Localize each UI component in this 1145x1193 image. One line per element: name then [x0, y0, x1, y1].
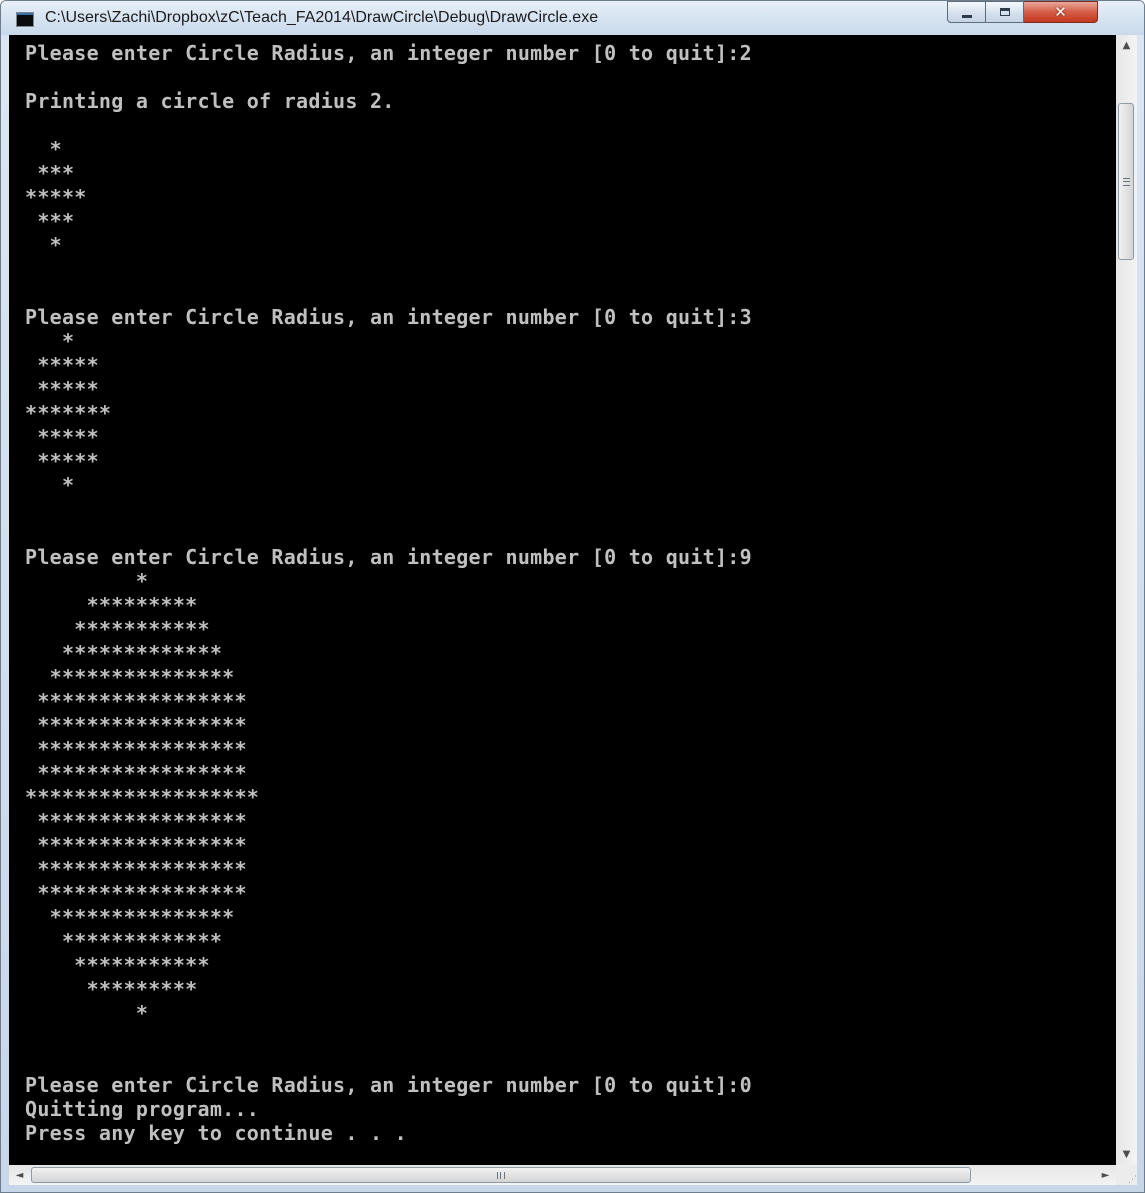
arrow-right-icon: ► — [1101, 1169, 1110, 1181]
console-window: C:\Users\Zachi\Dropbox\zC\Teach_FA2014\D… — [0, 0, 1145, 1193]
close-icon: ✕ — [1054, 3, 1067, 21]
console-line: * — [25, 329, 75, 353]
resize-grip-icon[interactable]: ⋰ — [1116, 1165, 1137, 1185]
minimize-button[interactable] — [947, 1, 986, 23]
console-line: * — [25, 1001, 149, 1025]
console-line: ***** — [25, 353, 99, 377]
console-line: ***************** — [25, 761, 247, 785]
console-line: Please enter Circle Radius, an integer n… — [25, 305, 752, 329]
console-line: Please enter Circle Radius, an integer n… — [25, 41, 752, 65]
console-line: *** — [25, 161, 75, 185]
console-line: Printing a circle of radius 2. — [25, 89, 395, 113]
console-line: ******************* — [25, 785, 260, 809]
console-app-icon[interactable] — [16, 12, 34, 27]
console-line: Quitting program... — [25, 1097, 260, 1121]
console-line: ********* — [25, 977, 198, 1001]
console-line: *********** — [25, 953, 210, 977]
title-bar[interactable]: C:\Users\Zachi\Dropbox\zC\Teach_FA2014\D… — [1, 1, 1144, 35]
scroll-up-button[interactable]: ▲ — [1116, 35, 1137, 56]
console-line: ***************** — [25, 713, 247, 737]
window-title: C:\Users\Zachi\Dropbox\zC\Teach_FA2014\D… — [45, 9, 599, 26]
minimize-icon — [961, 14, 972, 18]
console-line: ***** — [25, 185, 87, 209]
vertical-scrollbar[interactable]: ▲ ▼ — [1116, 35, 1137, 1165]
console-line: * — [25, 137, 62, 161]
console-line: * — [25, 569, 149, 593]
horizontal-scroll-thumb[interactable] — [31, 1167, 971, 1183]
console-line: ***************** — [25, 857, 247, 881]
vertical-scroll-thumb[interactable] — [1118, 103, 1134, 260]
console-client-area: Please enter Circle Radius, an integer n… — [9, 35, 1137, 1185]
arrow-up-icon: ▲ — [1122, 40, 1131, 51]
arrow-left-icon: ◄ — [15, 1169, 24, 1181]
console-line: *************** — [25, 905, 235, 929]
console-line: ************* — [25, 929, 223, 953]
console-line: * — [25, 473, 75, 497]
console-line: Please enter Circle Radius, an integer n… — [25, 1073, 752, 1097]
close-button[interactable]: ✕ — [1024, 1, 1098, 23]
scroll-left-button[interactable]: ◄ — [9, 1165, 30, 1185]
grip-icon — [497, 1171, 505, 1179]
console-line: ******* — [25, 401, 112, 425]
console-line: ***************** — [25, 881, 247, 905]
scroll-down-button[interactable]: ▼ — [1116, 1144, 1137, 1165]
console-line: Press any key to continue . . . — [25, 1121, 407, 1145]
console-line: *************** — [25, 665, 235, 689]
console-line: ***** — [25, 449, 99, 473]
console-output[interactable]: Please enter Circle Radius, an integer n… — [9, 35, 1116, 1165]
console-line: Please enter Circle Radius, an integer n… — [25, 545, 752, 569]
maximize-icon — [999, 8, 1010, 16]
horizontal-scrollbar[interactable]: ◄ ► — [9, 1165, 1116, 1185]
console-line: ***************** — [25, 737, 247, 761]
console-line: ***** — [25, 377, 99, 401]
console-line: * — [25, 233, 62, 257]
scroll-right-button[interactable]: ► — [1095, 1165, 1116, 1185]
console-line: ************* — [25, 641, 223, 665]
console-line: ***** — [25, 425, 99, 449]
grip-icon — [1122, 177, 1130, 186]
arrow-down-icon: ▼ — [1122, 1149, 1131, 1160]
console-line: ***************** — [25, 809, 247, 833]
console-line: ***************** — [25, 833, 247, 857]
maximize-button[interactable] — [986, 1, 1024, 23]
console-line: *********** — [25, 617, 210, 641]
console-line: *** — [25, 209, 75, 233]
console-line: ********* — [25, 593, 198, 617]
console-line: ***************** — [25, 689, 247, 713]
